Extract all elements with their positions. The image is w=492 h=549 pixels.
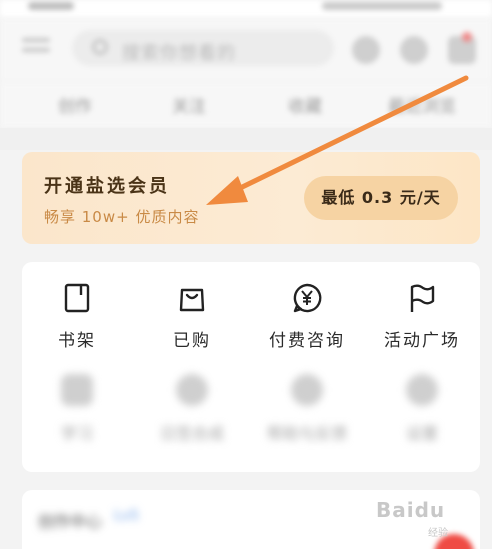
gear-icon bbox=[406, 374, 438, 406]
grid-item-label: 付费咨询 bbox=[269, 331, 345, 351]
vip-price-button[interactable]: 最低 0.3 元/天 bbox=[304, 176, 458, 220]
grid-item-purchased[interactable]: 已购 bbox=[137, 282, 247, 351]
vip-subtitle: 畅享 10w+ 优质内容 bbox=[44, 208, 200, 226]
section-gap bbox=[0, 128, 492, 150]
grid-item-label: 活动广场 bbox=[384, 331, 460, 351]
status-time bbox=[28, 2, 74, 10]
creator-level-badge: Lv5 bbox=[114, 508, 139, 524]
grid-item-label: 已购 bbox=[173, 331, 211, 351]
grid-item-daily-sign[interactable]: 日签合成 bbox=[137, 374, 247, 444]
study-icon bbox=[61, 374, 93, 406]
status-icons bbox=[322, 2, 442, 10]
scan-icon[interactable] bbox=[352, 36, 380, 64]
notification-badge bbox=[462, 32, 472, 42]
bookshelf-icon bbox=[64, 283, 90, 313]
yuan-chat-icon bbox=[293, 283, 322, 313]
tab-favorites[interactable]: 收藏 bbox=[288, 92, 322, 117]
tab-create[interactable]: 创作 bbox=[58, 92, 92, 117]
menu-icon[interactable] bbox=[22, 38, 50, 62]
status-bar bbox=[0, 0, 492, 18]
watermark-logo: Baidu bbox=[376, 498, 446, 522]
flag-icon bbox=[410, 284, 435, 312]
shopping-bag-icon bbox=[179, 288, 205, 312]
grid-item-paid-consult[interactable]: 付费咨询 bbox=[252, 282, 362, 351]
search-icon bbox=[92, 39, 108, 55]
grid-item-help[interactable]: 帮助与反馈 bbox=[252, 374, 362, 444]
vip-title: 开通盐选会员 bbox=[44, 176, 170, 197]
top-header: 搜索你想看的 bbox=[0, 18, 492, 82]
search-placeholder: 搜索你想看的 bbox=[122, 43, 236, 64]
tab-follow[interactable]: 关注 bbox=[172, 92, 206, 117]
grid-item-label: 设置 bbox=[405, 424, 438, 443]
headset-icon bbox=[291, 374, 323, 406]
grid-item-study[interactable]: 学习 bbox=[22, 374, 132, 444]
grid-item-settings[interactable]: 设置 bbox=[367, 374, 477, 444]
grid-item-activity[interactable]: 活动广场 bbox=[367, 282, 477, 351]
watermark-sub: 经验 bbox=[428, 528, 448, 539]
feature-grid: 书架 已购 付费咨询 活动广场 学习 日签合成 帮助与反馈 设置 bbox=[22, 262, 480, 472]
vip-banner[interactable]: 开通盐选会员 畅享 10w+ 优质内容 最低 0.3 元/天 bbox=[22, 152, 480, 244]
daily-sign-icon bbox=[176, 374, 208, 406]
grid-item-label: 帮助与反馈 bbox=[266, 424, 347, 443]
grid-item-label: 学习 bbox=[60, 424, 93, 443]
grid-item-label: 书架 bbox=[58, 331, 96, 351]
grid-item-bookshelf[interactable]: 书架 bbox=[22, 282, 132, 351]
tab-recent[interactable]: 最近浏览 bbox=[388, 92, 456, 117]
search-input[interactable]: 搜索你想看的 bbox=[72, 30, 334, 66]
grid-item-label: 日签合成 bbox=[159, 424, 224, 443]
profile-tabs: 创作 关注 收藏 最近浏览 bbox=[0, 82, 492, 128]
notification-icon[interactable] bbox=[448, 36, 476, 64]
creator-title: 创作中心 bbox=[38, 512, 103, 531]
settings-icon[interactable] bbox=[400, 36, 428, 64]
